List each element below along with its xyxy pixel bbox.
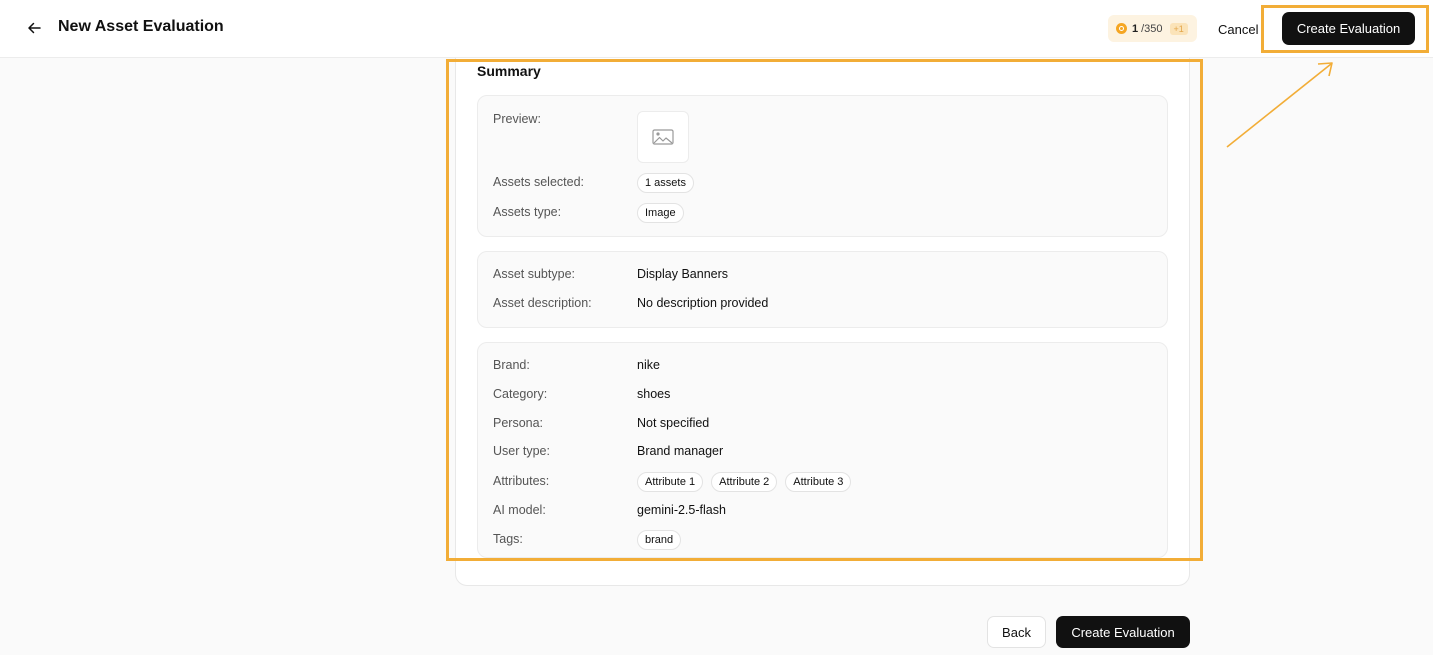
attribute-chip: Attribute 3 — [785, 472, 852, 492]
attribute-chip: Attribute 1 — [637, 472, 704, 492]
brand-value: nike — [637, 358, 660, 372]
assets-selected-label: Assets selected: — [493, 175, 585, 189]
row-assets-type: Assets type: Image — [493, 202, 1153, 224]
row-tags: Tags: brand — [493, 529, 1153, 551]
persona-label: Persona: — [493, 416, 544, 430]
asset-description-label: Asset description: — [493, 296, 592, 310]
row-asset-description: Asset description: No description provid… — [493, 293, 1153, 315]
attributes-label: Attributes: — [493, 474, 550, 488]
brand-label: Brand: — [493, 358, 530, 372]
cancel-button[interactable]: Cancel — [1212, 17, 1264, 41]
assets-type-chip: Image — [637, 203, 684, 223]
credits-used: 1 — [1132, 22, 1139, 35]
row-brand: Brand: nike — [493, 355, 1153, 377]
credits-plus: +1 — [1169, 22, 1188, 35]
asset-subtype-label: Asset subtype: — [493, 267, 575, 281]
user-type-label: User type: — [493, 444, 550, 458]
create-evaluation-button-bottom[interactable]: Create Evaluation — [1056, 616, 1190, 648]
row-persona: Persona: Not specified — [493, 413, 1153, 435]
summary-title: Summary — [477, 63, 541, 79]
persona-value: Not specified — [637, 416, 710, 430]
row-ai-model: AI model: gemini-2.5-flash — [493, 500, 1153, 522]
asset-subtype-value: Display Banners — [637, 267, 729, 281]
tags-label: Tags: — [493, 532, 523, 546]
category-label: Category: — [493, 387, 548, 401]
row-attributes: Attributes: Attribute 1 Attribute 2 Attr… — [493, 471, 1153, 493]
row-assets-selected: Assets selected: 1 assets — [493, 172, 1153, 194]
back-button[interactable]: Back — [987, 616, 1046, 648]
asset-preview-thumbnail[interactable] — [637, 111, 689, 163]
create-evaluation-button-top[interactable]: Create Evaluation — [1282, 12, 1415, 45]
preview-label: Preview: — [493, 112, 541, 126]
credits-badge: 1 /350 +1 — [1108, 15, 1197, 42]
annotation-arrow-icon — [1226, 62, 1333, 148]
ai-model-value: gemini-2.5-flash — [637, 503, 726, 517]
top-bar: New Asset Evaluation 1 /350 +1 Cancel Cr… — [0, 0, 1433, 58]
back-arrow-icon[interactable] — [24, 18, 44, 38]
row-asset-subtype: Asset subtype: Display Banners — [493, 264, 1153, 286]
section-asset-details: Asset subtype: Display Banners Asset des… — [477, 251, 1168, 328]
credits-total: /350 — [1141, 22, 1163, 35]
assets-selected-chip: 1 assets — [637, 173, 694, 193]
section-brand-details: Brand: nike Category: shoes Persona: Not… — [477, 342, 1168, 558]
row-category: Category: shoes — [493, 384, 1153, 406]
attribute-chip: Attribute 2 — [711, 472, 778, 492]
image-placeholder-icon — [652, 129, 674, 145]
asset-description-value: No description provided — [637, 296, 769, 310]
assets-type-label: Assets type: — [493, 205, 562, 219]
tag-chip: brand — [637, 530, 682, 550]
user-type-value: Brand manager — [637, 444, 724, 458]
row-preview: Preview: — [493, 109, 1153, 131]
ai-model-label: AI model: — [493, 503, 546, 517]
row-user-type: User type: Brand manager — [493, 441, 1153, 463]
section-assets: Preview: Assets selected: 1 assets Asset… — [477, 95, 1168, 237]
coin-icon — [1116, 23, 1127, 34]
page-title: New Asset Evaluation — [58, 18, 224, 35]
category-value: shoes — [637, 387, 671, 401]
